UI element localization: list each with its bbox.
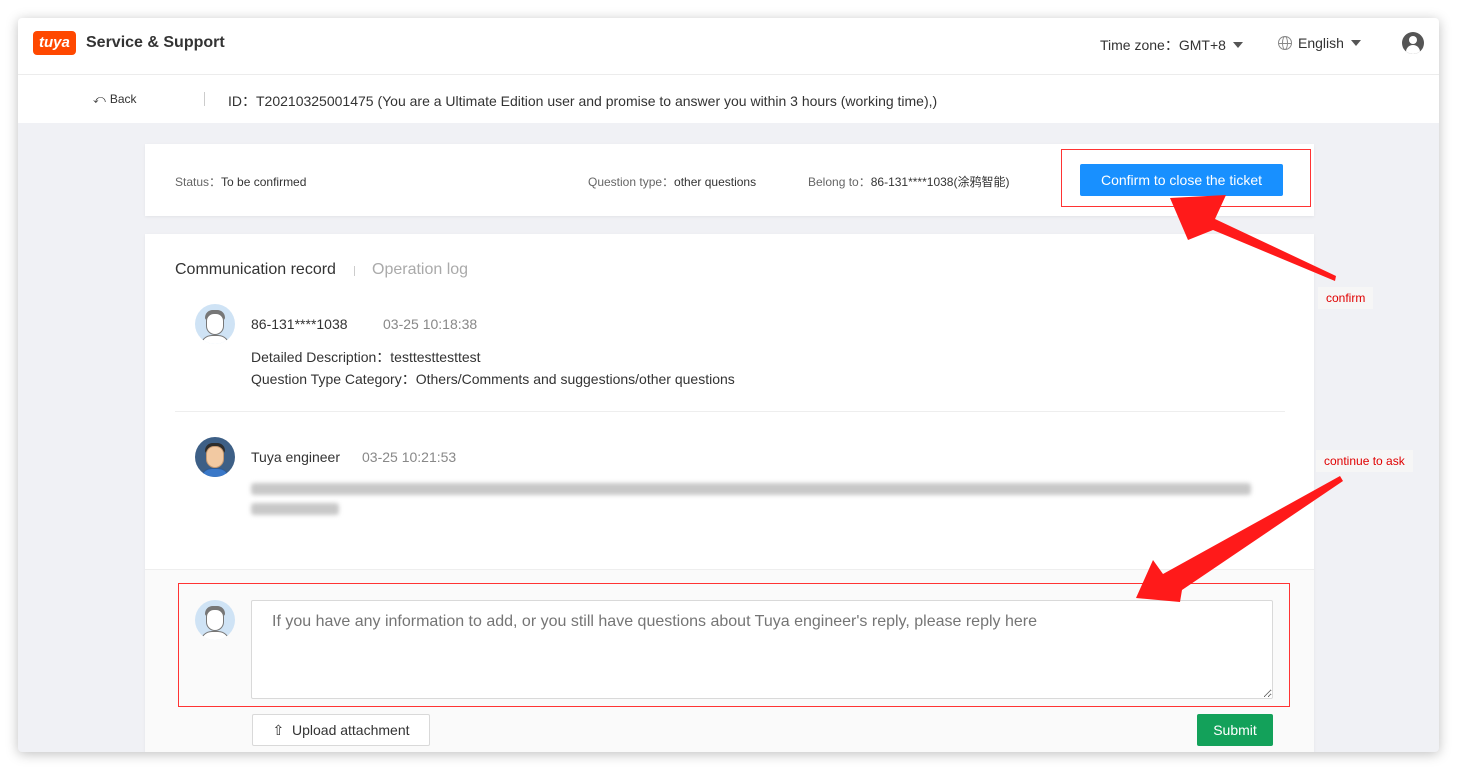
tab-operation-log[interactable]: Operation log — [372, 261, 468, 279]
annotation-label-confirm: confirm — [1318, 287, 1374, 309]
message-divider — [175, 411, 1285, 412]
ticket-id: T20210325001475 — [256, 93, 374, 109]
message-time: 03-25 10:18:38 — [383, 316, 478, 332]
chevron-down-icon — [1232, 42, 1243, 48]
tuya-logo[interactable]: tuya — [33, 31, 76, 55]
message-category: Question Type Category：Others/Comments a… — [251, 371, 735, 387]
back-arrow-icon: ⤺ — [93, 92, 106, 106]
back-link[interactable]: ⤺ Back — [93, 92, 137, 107]
annotation-box-reply — [178, 583, 1290, 707]
ticket-note: (You are a Ultimate Edition user and pro… — [377, 93, 938, 109]
back-label: Back — [109, 92, 137, 106]
question-type-field: Question type：other questions — [588, 173, 756, 191]
ticket-id-line: ID：T20210325001475 (You are a Ultimate E… — [228, 91, 937, 111]
user-avatar-icon[interactable] — [1402, 32, 1424, 54]
message-author: 86-131****1038 — [251, 316, 348, 332]
blurred-reply-text — [251, 503, 339, 515]
annotation-box-confirm — [1061, 149, 1311, 207]
question-type-value: other questions — [674, 175, 757, 189]
chevron-down-icon — [1350, 40, 1361, 46]
belong-to-field: Belong to：86-131****1038(涂鸦智能) — [808, 173, 1009, 191]
tab-communication-record[interactable]: Communication record — [175, 261, 336, 279]
question-type-label: Question type： — [588, 175, 675, 189]
top-navbar: tuya Service & Support Time zone：GMT+8 E… — [18, 18, 1439, 75]
timezone-label: Time zone： — [1100, 37, 1179, 53]
message-author: Tuya engineer — [251, 449, 340, 465]
status-value: To be confirmed — [221, 175, 307, 189]
brand-title: Service & Support — [86, 34, 225, 51]
upload-attachment-button[interactable]: ⇧ Upload attachment — [252, 714, 430, 746]
timezone-value: GMT+8 — [1178, 37, 1226, 53]
annotation-label-continue: continue to ask — [1316, 450, 1413, 472]
upload-label: Upload attachment — [291, 722, 410, 738]
language-selector[interactable]: English — [1278, 35, 1361, 51]
globe-icon — [1278, 36, 1292, 50]
submit-button[interactable]: Submit — [1197, 714, 1273, 746]
user-avatar — [195, 304, 235, 344]
blurred-reply-text — [251, 483, 1251, 495]
ticket-subbar: ⤺ Back ID：T20210325001475 (You are a Ulti… — [18, 75, 1439, 123]
timezone-selector[interactable]: Time zone：GMT+8 — [1100, 35, 1243, 55]
message-time: 03-25 10:21:53 — [362, 449, 457, 465]
engineer-avatar — [195, 437, 235, 477]
belong-to-label: Belong to： — [808, 175, 871, 189]
status-field: Status：To be confirmed — [175, 173, 306, 191]
upload-icon: ⇧ — [272, 722, 285, 738]
tab-divider — [354, 266, 355, 276]
message-description: Detailed Description：testtesttesttest — [251, 349, 481, 365]
language-value: English — [1298, 35, 1344, 51]
ticket-id-label: ID： — [228, 93, 256, 109]
status-label: Status： — [175, 175, 222, 189]
divider — [204, 92, 205, 106]
belong-to-value: 86-131****1038(涂鸦智能) — [870, 175, 1010, 189]
